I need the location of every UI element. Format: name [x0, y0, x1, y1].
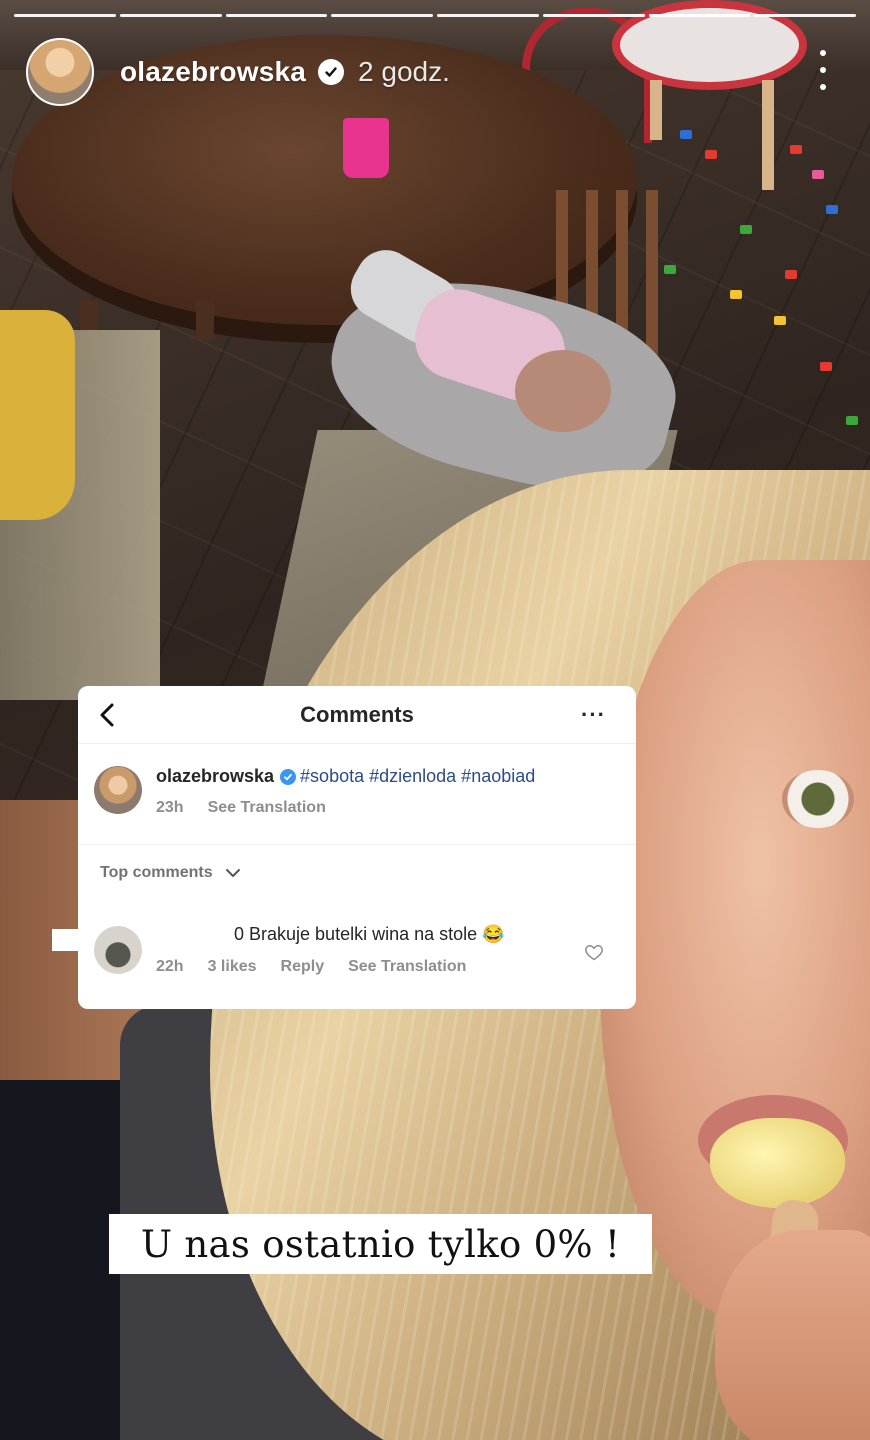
lego-brick	[774, 316, 786, 325]
lego-brick	[826, 205, 838, 214]
lego-brick	[680, 130, 692, 139]
progress-segment	[119, 14, 222, 17]
post-hashtags[interactable]: #sobota #dzienloda #naobiad	[300, 766, 535, 787]
caption-sticker: U nas ostatnio tylko 0% !	[109, 1214, 652, 1274]
progress-segment	[542, 14, 645, 17]
avatar[interactable]	[94, 926, 142, 974]
top-comments-label: Top comments	[100, 864, 213, 881]
eye	[782, 770, 854, 828]
more-options-icon[interactable]	[814, 50, 832, 90]
comments-title: Comments	[300, 701, 414, 727]
comment-age: 22h	[156, 958, 184, 975]
post-age: 23h	[156, 799, 184, 816]
lego-brick	[846, 416, 858, 425]
reply-button[interactable]: Reply	[281, 958, 325, 976]
comment-meta: 22h 3 likes Reply See Translation	[156, 958, 466, 976]
see-translation-link[interactable]: See Translation	[348, 958, 466, 976]
lego-brick	[730, 290, 742, 299]
baby-head	[515, 350, 611, 432]
post-caption: olazebrowska #sobota #dzienloda #naobiad…	[94, 766, 535, 817]
progress-segment	[648, 14, 751, 17]
avatar[interactable]	[94, 766, 142, 814]
story-progress-bar	[14, 14, 856, 17]
divider	[78, 844, 636, 845]
comment-text: 0 Brakuje butelki wina na stole 😂	[234, 924, 505, 944]
lego-brick	[820, 362, 832, 371]
progress-segment	[754, 14, 856, 17]
ice-cream	[710, 1118, 845, 1208]
post-meta: 23h See Translation	[156, 799, 535, 817]
see-translation-link[interactable]: See Translation	[208, 799, 326, 817]
avatar[interactable]	[26, 38, 94, 106]
progress-segment	[225, 14, 328, 17]
progress-segment	[331, 14, 433, 17]
top-comments-dropdown[interactable]: Top comments	[100, 864, 241, 882]
lego-brick	[705, 150, 717, 159]
heart-icon[interactable]	[584, 942, 604, 962]
story-username[interactable]: olazebrowska	[120, 56, 306, 88]
progress-segment	[14, 14, 116, 17]
kids-table-leg	[650, 80, 662, 140]
comments-header: Comments ···	[78, 686, 636, 744]
verified-badge-icon	[318, 59, 345, 85]
yellow-cloth	[0, 310, 75, 520]
comments-screenshot-card: Comments ··· olazebrowska #sobota #dzien…	[78, 686, 636, 1009]
lego-brick	[785, 270, 797, 279]
comment-likes[interactable]: 3 likes	[208, 958, 257, 976]
chevron-down-icon	[225, 869, 240, 877]
caption-text: U nas ostatnio tylko 0% !	[140, 1222, 621, 1266]
pink-cup	[343, 118, 389, 178]
story-header: olazebrowska 2 godz.	[26, 38, 450, 106]
lego-brick	[812, 170, 824, 179]
story-time-ago: 2 godz.	[358, 56, 450, 87]
post-text-block: olazebrowska #sobota #dzienloda #naobiad…	[156, 766, 535, 817]
post-line: olazebrowska #sobota #dzienloda #naobiad	[156, 766, 535, 787]
lego-brick	[740, 225, 752, 234]
back-arrow-icon[interactable]	[90, 698, 124, 732]
more-options-icon[interactable]: ···	[581, 704, 606, 726]
lego-brick	[790, 145, 802, 154]
table-leg	[196, 300, 214, 340]
redaction-bar	[52, 929, 80, 951]
post-username[interactable]: olazebrowska	[156, 766, 274, 787]
kids-table-leg	[762, 80, 774, 190]
progress-segment	[437, 14, 539, 17]
verified-badge-icon	[280, 768, 297, 785]
